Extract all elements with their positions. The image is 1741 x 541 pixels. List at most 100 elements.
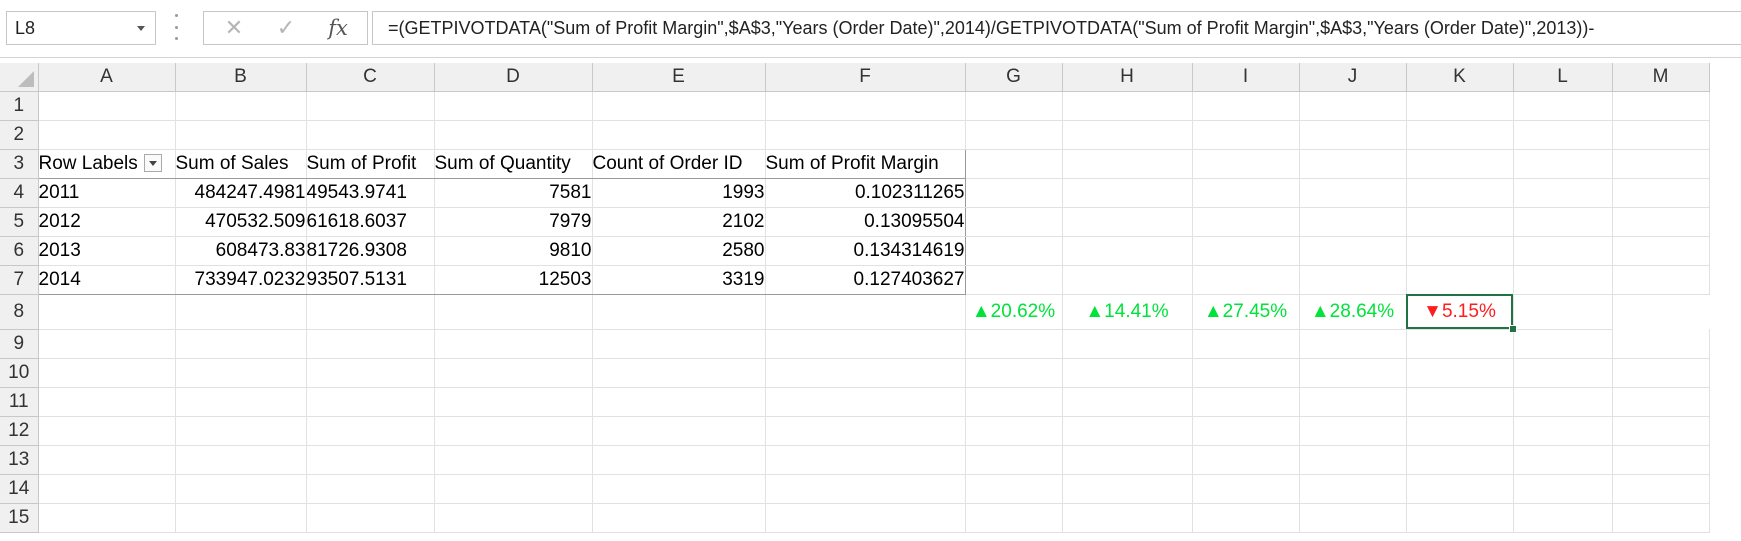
cell[interactable] (965, 120, 1063, 150)
cell[interactable] (592, 387, 766, 417)
column-header-g[interactable]: G (965, 63, 1063, 92)
cell[interactable] (765, 329, 966, 359)
cell[interactable] (1513, 474, 1613, 504)
cell[interactable] (1062, 178, 1193, 208)
cell[interactable] (592, 91, 766, 121)
insert-function-icon[interactable]: fx (316, 12, 360, 44)
cell[interactable] (1513, 91, 1613, 121)
pivot-header-sum-of-sales[interactable]: Sum of Sales (175, 148, 307, 179)
cell[interactable] (965, 474, 1063, 504)
column-header-e[interactable]: E (592, 63, 766, 92)
cell[interactable] (1406, 445, 1514, 475)
cell[interactable] (765, 294, 966, 330)
cell[interactable] (965, 503, 1063, 533)
cell[interactable] (965, 445, 1063, 475)
cell[interactable] (965, 358, 1063, 388)
cell[interactable] (306, 91, 435, 121)
cell[interactable] (1406, 120, 1514, 150)
cell[interactable] (1406, 149, 1514, 179)
pivot-row-label[interactable]: 2011 (37, 178, 176, 208)
cell[interactable] (1062, 265, 1193, 295)
cell[interactable] (1192, 358, 1300, 388)
cell[interactable] (1406, 387, 1514, 417)
column-header-k[interactable]: K (1406, 63, 1514, 92)
cell[interactable] (1406, 207, 1514, 237)
cell[interactable] (1299, 474, 1407, 504)
more-options-icon[interactable] (174, 14, 178, 40)
cell[interactable] (1192, 474, 1300, 504)
pivot-row-label[interactable]: 2014 (37, 265, 176, 295)
cell[interactable] (1062, 236, 1193, 266)
cell[interactable] (592, 358, 766, 388)
cell[interactable] (1192, 445, 1300, 475)
pivot-header-sum-of-profit-margin[interactable]: Sum of Profit Margin (765, 148, 966, 179)
kpi-quantity-growth[interactable]: ▲27.45% (1192, 294, 1300, 330)
cell[interactable] (1612, 358, 1710, 388)
cell[interactable] (765, 416, 966, 446)
row-header-4[interactable]: 4 (0, 178, 39, 208)
cell[interactable] (965, 149, 1063, 179)
pivot-value[interactable]: 608473.83 (175, 236, 307, 266)
cell[interactable] (965, 387, 1063, 417)
cell[interactable] (1299, 503, 1407, 533)
cell[interactable] (306, 474, 435, 504)
row-header-1[interactable]: 1 (0, 91, 39, 121)
cell[interactable] (1406, 329, 1514, 359)
cell[interactable] (1513, 503, 1613, 533)
cell[interactable] (175, 358, 307, 388)
row-header-12[interactable]: 12 (0, 416, 39, 446)
cell[interactable] (1192, 329, 1300, 359)
pivot-value[interactable]: 0.127403627 (765, 265, 966, 295)
cell[interactable] (175, 474, 307, 504)
cell[interactable] (592, 294, 766, 330)
cell[interactable] (38, 294, 176, 330)
cell[interactable] (1062, 329, 1193, 359)
pivot-value[interactable]: 49543.9741 (306, 178, 435, 208)
column-header-h[interactable]: H (1062, 63, 1193, 92)
cell[interactable] (965, 416, 1063, 446)
cell[interactable] (1513, 358, 1613, 388)
cell[interactable] (175, 294, 307, 330)
cell[interactable] (38, 329, 176, 359)
cell[interactable] (1406, 416, 1514, 446)
row-header-5[interactable]: 5 (0, 207, 39, 237)
cell[interactable] (434, 358, 593, 388)
cell[interactable] (38, 474, 176, 504)
cell[interactable] (1513, 445, 1613, 475)
pivot-value[interactable]: 1993 (592, 178, 766, 208)
cell[interactable] (1612, 207, 1710, 237)
pivot-value[interactable]: 3319 (592, 265, 766, 295)
cell[interactable] (1299, 178, 1407, 208)
row-header-13[interactable]: 13 (0, 445, 39, 475)
cell[interactable] (1406, 178, 1514, 208)
cell[interactable] (965, 329, 1063, 359)
cell[interactable] (1062, 387, 1193, 417)
cell[interactable] (765, 120, 966, 150)
cell[interactable] (1406, 503, 1514, 533)
pivot-value[interactable]: 0.13095504 (765, 207, 966, 237)
cell[interactable] (765, 474, 966, 504)
cell[interactable] (175, 503, 307, 533)
cell[interactable] (1612, 178, 1710, 208)
cell[interactable] (1612, 445, 1710, 475)
cell[interactable] (1299, 236, 1407, 266)
column-header-i[interactable]: I (1192, 63, 1300, 92)
cell[interactable] (38, 416, 176, 446)
cell[interactable] (592, 474, 766, 504)
cell[interactable] (306, 387, 435, 417)
cell[interactable] (1513, 236, 1613, 266)
cell[interactable] (592, 503, 766, 533)
cell[interactable] (1192, 416, 1300, 446)
cell[interactable] (306, 416, 435, 446)
pivot-value[interactable]: 9810 (434, 236, 593, 266)
pivot-value[interactable]: 733947.0232 (175, 265, 307, 295)
cell[interactable] (1406, 265, 1514, 295)
cell[interactable] (1513, 294, 1613, 330)
pivot-value[interactable]: 470532.509 (175, 207, 307, 237)
cell[interactable] (1062, 149, 1193, 179)
pivot-header-sum-of-quantity[interactable]: Sum of Quantity (434, 148, 593, 179)
cell[interactable] (1612, 387, 1710, 417)
cell[interactable] (38, 358, 176, 388)
cell[interactable] (1192, 265, 1300, 295)
row-header-14[interactable]: 14 (0, 474, 39, 504)
